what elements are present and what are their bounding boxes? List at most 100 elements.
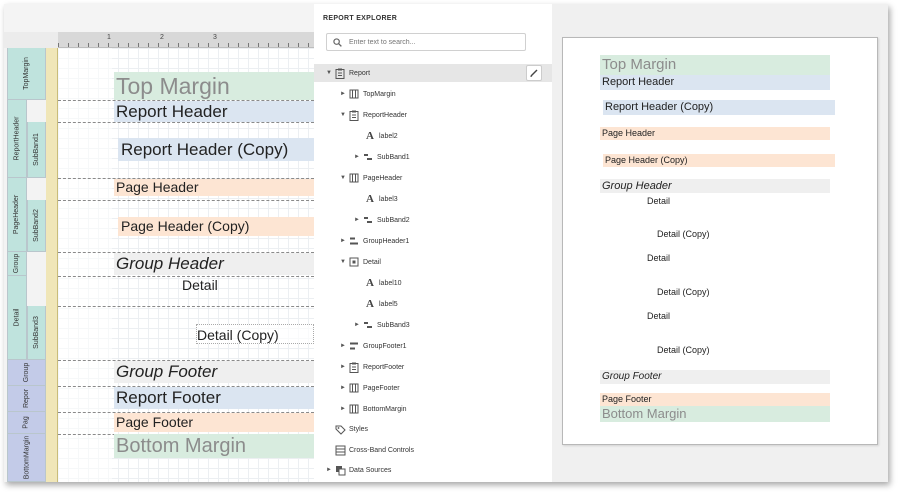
band-icon bbox=[348, 382, 360, 394]
preview-page-header-copy: Page Header (Copy) bbox=[603, 154, 835, 167]
band-label-detail[interactable]: Detail bbox=[7, 276, 27, 360]
preview-page-header: Page Header bbox=[600, 127, 830, 140]
band-label-subband3[interactable]: SubBand3 bbox=[27, 306, 46, 360]
band-separator bbox=[58, 306, 314, 307]
tree-node-data-sources[interactable]: ► Data Sources bbox=[324, 461, 391, 479]
tree-node-bottommargin[interactable]: ► BottomMargin bbox=[338, 400, 407, 418]
search-input[interactable] bbox=[349, 36, 519, 48]
tree-node-subband3[interactable]: ► SubBand3 bbox=[352, 316, 410, 334]
tree-node-label3[interactable]: A label3 bbox=[364, 190, 398, 208]
preview-detail: Detail bbox=[647, 311, 671, 321]
tree-node-label5[interactable]: A label5 bbox=[364, 295, 398, 313]
pencil-icon bbox=[530, 69, 538, 77]
expand-arrow-icon[interactable]: ► bbox=[338, 364, 348, 370]
label-icon: A bbox=[366, 277, 374, 289]
tree-node-label10[interactable]: A label10 bbox=[364, 274, 402, 292]
band-label-subband1[interactable]: SubBand1 bbox=[27, 122, 46, 178]
tree-node-label: BottomMargin bbox=[363, 405, 407, 413]
label-group-footer[interactable]: Group Footer bbox=[114, 361, 314, 383]
tree-node-groupfooter1[interactable]: ► GroupFooter1 bbox=[338, 337, 407, 355]
design-surface[interactable]: 1 2 3 TopMargin ReportHeader SubBand1 Pa… bbox=[4, 4, 314, 482]
label-page-footer[interactable]: Page Footer bbox=[114, 413, 314, 432]
expand-arrow-icon[interactable]: ► bbox=[352, 322, 362, 328]
band-label-groupheader[interactable]: Group bbox=[7, 252, 27, 276]
expand-arrow-icon[interactable]: ► bbox=[352, 217, 362, 223]
expand-arrow-icon[interactable]: ► bbox=[338, 91, 348, 97]
preview-area: Top Margin Report Header Report Header (… bbox=[552, 4, 888, 482]
band-label-topmargin[interactable]: TopMargin bbox=[7, 48, 46, 100]
tree-node-label: GroupFooter1 bbox=[363, 342, 407, 350]
label-icon: A bbox=[366, 193, 374, 205]
report-canvas[interactable]: Top Margin Report Header Report Header (… bbox=[58, 48, 314, 482]
tree-node-label: SubBand3 bbox=[377, 321, 410, 329]
tree-node-topmargin[interactable]: ► TopMargin bbox=[338, 85, 396, 103]
expand-arrow-icon[interactable]: ► bbox=[338, 385, 348, 391]
expand-arrow-icon[interactable]: ► bbox=[324, 467, 334, 473]
tree-node-label: ReportHeader bbox=[363, 111, 407, 119]
ruler-ticks bbox=[58, 43, 314, 47]
left-margin-area bbox=[58, 48, 112, 482]
tree-node-label: GroupHeader1 bbox=[363, 237, 410, 245]
band-label-pageheader[interactable]: PageHeader bbox=[7, 178, 27, 252]
tree-node-pagefooter[interactable]: ► PageFooter bbox=[338, 379, 400, 397]
tree-node-report[interactable]: ▼ Report bbox=[314, 64, 552, 82]
band-label-pagefooter[interactable]: Pag bbox=[7, 412, 46, 434]
label-detail-copy[interactable]: Detail (Copy) bbox=[196, 324, 314, 344]
label-report-footer[interactable]: Report Footer bbox=[114, 387, 314, 409]
preview-bottom-margin: Bottom Margin bbox=[600, 406, 830, 422]
tree-node-label: label10 bbox=[379, 279, 402, 287]
expand-arrow-icon[interactable]: ► bbox=[338, 406, 348, 412]
label-report-header[interactable]: Report Header bbox=[114, 101, 314, 122]
report-explorer-panel: REPORT EXPLORER ▼ Report ► TopMargin ▼ R… bbox=[314, 4, 552, 482]
tree-node-styles[interactable]: Styles bbox=[334, 420, 368, 438]
band-icon bbox=[348, 172, 360, 184]
tree-node-groupheader1[interactable]: ► GroupHeader1 bbox=[338, 232, 409, 250]
expand-arrow-icon[interactable]: ▼ bbox=[338, 112, 348, 118]
band-label-bottommargin[interactable]: BottomMargin bbox=[7, 434, 46, 482]
edit-button[interactable] bbox=[526, 65, 542, 81]
expand-arrow-icon[interactable]: ▼ bbox=[338, 175, 348, 181]
preview-page: Top Margin Report Header Report Header (… bbox=[562, 37, 878, 445]
ruler-number: 2 bbox=[160, 34, 164, 41]
band-label-groupfooter[interactable]: Group bbox=[7, 360, 46, 386]
tree-node-label2[interactable]: A label2 bbox=[364, 127, 398, 145]
tree-node-label: Report bbox=[349, 69, 371, 77]
tree-node-reportheader[interactable]: ▼ ReportHeader bbox=[338, 106, 407, 124]
tree-node-reportfooter[interactable]: ► ReportFooter bbox=[338, 358, 404, 376]
expand-arrow-icon[interactable]: ► bbox=[338, 343, 348, 349]
tree-node-label: label2 bbox=[379, 132, 398, 140]
label-page-header-copy[interactable]: Page Header (Copy) bbox=[118, 217, 314, 236]
expand-arrow-icon[interactable]: ► bbox=[338, 238, 348, 244]
tree-node-pageheader[interactable]: ▼ PageHeader bbox=[338, 169, 402, 187]
tree-node-label: label3 bbox=[379, 195, 398, 203]
label-group-header[interactable]: Group Header bbox=[114, 253, 314, 275]
band-label-reportheader[interactable]: ReportHeader bbox=[7, 100, 27, 178]
styles-icon bbox=[334, 423, 346, 435]
expand-arrow-icon[interactable]: ▼ bbox=[338, 259, 348, 265]
group-band-icon bbox=[348, 340, 360, 352]
tree-node-subband1[interactable]: ► SubBand1 bbox=[352, 148, 410, 166]
expand-arrow-icon[interactable]: ▼ bbox=[324, 70, 334, 76]
preview-detail-copy: Detail (Copy) bbox=[657, 287, 710, 297]
expand-arrow-icon[interactable]: ► bbox=[352, 154, 362, 160]
ruler-corner bbox=[4, 32, 58, 48]
band-label-subband2[interactable]: SubBand2 bbox=[27, 200, 46, 252]
label-top-margin[interactable]: Top Margin bbox=[114, 72, 314, 100]
search-box[interactable] bbox=[326, 33, 526, 51]
tree-node-subband2[interactable]: ► SubBand2 bbox=[352, 211, 410, 229]
designer-top-area bbox=[4, 4, 314, 32]
preview-page-footer: Page Footer bbox=[600, 393, 830, 406]
label-icon: A bbox=[366, 130, 374, 142]
label-detail[interactable]: Detail bbox=[182, 277, 262, 294]
band-label-reportfooter[interactable]: Repor bbox=[7, 386, 46, 412]
label-bottom-margin[interactable]: Bottom Margin bbox=[114, 434, 314, 458]
band-icon bbox=[348, 88, 360, 100]
subband-icon bbox=[362, 319, 374, 331]
tree-node-label: Styles bbox=[349, 425, 369, 433]
report-header-icon bbox=[348, 109, 360, 121]
tree-node-detail[interactable]: ▼ Detail bbox=[338, 253, 381, 271]
band-icon bbox=[348, 403, 360, 415]
label-page-header[interactable]: Page Header bbox=[114, 179, 314, 196]
label-report-header-copy[interactable]: Report Header (Copy) bbox=[118, 138, 314, 161]
tree-node-cross-band[interactable]: Cross-Band Controls bbox=[334, 441, 414, 459]
